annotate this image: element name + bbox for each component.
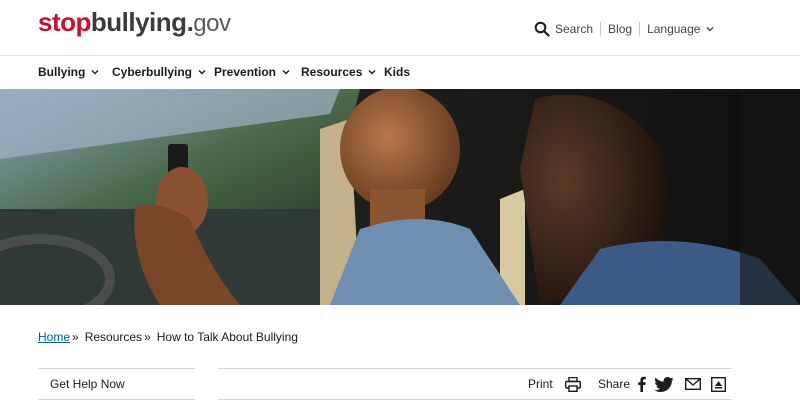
share-label: Share	[598, 377, 631, 391]
nav-item-bullying[interactable]: Bullying	[38, 65, 99, 79]
breadcrumb-home-link[interactable]: Home	[38, 330, 70, 344]
divider	[600, 22, 602, 36]
bookmark-share-icon[interactable]	[711, 377, 726, 392]
nav-item-label: Resources	[301, 65, 363, 79]
nav-item-resources[interactable]: Resources	[301, 65, 376, 79]
chevron-down-icon	[198, 70, 206, 75]
nav-item-label: Bullying	[38, 65, 86, 79]
email-icon[interactable]	[685, 378, 701, 390]
breadcrumb-separator: »	[144, 330, 151, 344]
page-tools: Print Share	[218, 368, 732, 400]
breadcrumb: Home » Resources » How to Talk About Bul…	[38, 330, 298, 344]
facebook-icon[interactable]	[637, 376, 646, 392]
print-label[interactable]: Print	[528, 377, 553, 391]
chevron-down-icon	[91, 70, 99, 75]
logo-gov: gov	[193, 10, 231, 37]
breadcrumb-separator: »	[72, 330, 79, 344]
chevron-down-icon	[706, 27, 714, 32]
search-icon[interactable]	[534, 21, 550, 37]
logo-bullying: bullying	[90, 7, 187, 37]
nav-item-label: Kids	[384, 65, 411, 79]
chevron-down-icon	[368, 70, 376, 75]
nav-item-label: Prevention	[214, 65, 277, 79]
main-nav: Bullying Cyberbullying Prevention Resour…	[0, 56, 800, 89]
breadcrumb-resources[interactable]: Resources	[85, 330, 142, 344]
logo-stop: stop	[38, 7, 91, 37]
utility-nav: Search Blog Language	[534, 21, 714, 37]
sidebar-get-help[interactable]: Get Help Now	[38, 368, 195, 400]
divider	[639, 22, 641, 36]
get-help-link[interactable]: Get Help Now	[50, 377, 125, 391]
blog-link[interactable]: Blog	[608, 22, 632, 36]
nav-item-prevention[interactable]: Prevention	[214, 65, 290, 79]
site-header: stopbullying.gov Search Blog Language	[0, 0, 800, 56]
chevron-down-icon	[282, 70, 290, 75]
breadcrumb-current: How to Talk About Bullying	[156, 330, 298, 344]
printer-icon[interactable]	[565, 377, 581, 392]
hero-photo	[0, 89, 800, 305]
nav-item-cyberbullying[interactable]: Cyberbullying	[112, 65, 206, 79]
hero-image	[0, 89, 800, 305]
nav-item-kids[interactable]: Kids	[384, 65, 410, 79]
nav-item-label: Cyberbullying	[112, 65, 193, 79]
language-selector[interactable]: Language	[647, 22, 700, 36]
twitter-icon[interactable]	[655, 377, 674, 392]
site-logo[interactable]: stopbullying.gov	[38, 6, 231, 40]
search-link[interactable]: Search	[555, 22, 593, 36]
